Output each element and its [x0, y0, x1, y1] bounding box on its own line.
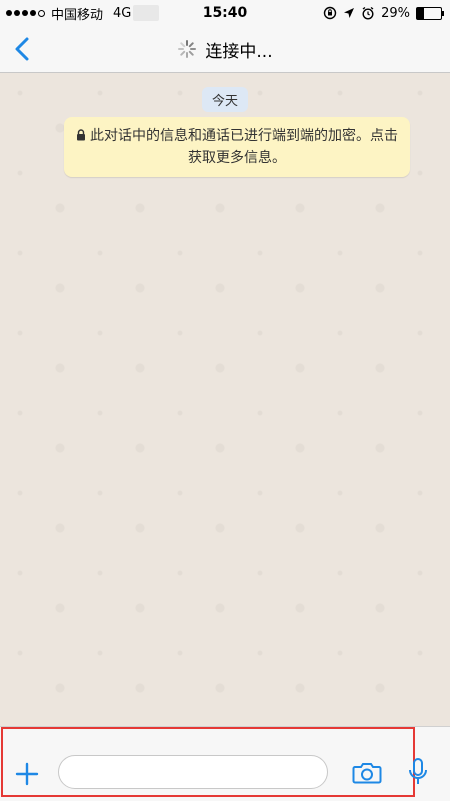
- lock-icon: [77, 129, 85, 141]
- status-bar: 中国移动 4G 15:40 29%: [0, 0, 450, 26]
- input-bar: [0, 726, 450, 801]
- nav-title-group: 连接中...: [177, 37, 273, 62]
- microphone-icon: [409, 758, 427, 784]
- nav-bar: 连接中...: [0, 26, 450, 73]
- camera-icon: [352, 763, 382, 784]
- message-input[interactable]: [58, 755, 328, 789]
- plus-icon: [15, 762, 39, 786]
- battery-icon: [416, 6, 444, 20]
- camera-button[interactable]: [352, 761, 382, 785]
- encryption-notice-text: 此对话中的信息和通话已进行端到端的加密。点击获取更多信息。: [90, 128, 398, 166]
- encryption-notice[interactable]: 此对话中的信息和通话已进行端到端的加密。点击获取更多信息。: [64, 117, 410, 177]
- attach-button[interactable]: [14, 761, 40, 787]
- chevron-left-icon: [15, 37, 29, 61]
- loading-spinner-icon: [178, 40, 197, 58]
- status-right-group: 29%: [323, 5, 444, 21]
- nav-title: 连接中...: [205, 41, 273, 62]
- back-button[interactable]: [8, 34, 38, 64]
- voice-button[interactable]: [406, 757, 430, 787]
- date-label: 今天: [201, 87, 249, 112]
- chat-area[interactable]: 今天 此对话中的信息和通话已进行端到端的加密。点击获取更多信息。: [0, 73, 450, 726]
- battery-percent: 29%: [381, 5, 410, 21]
- battery-level: [417, 7, 424, 19]
- rotation-lock-icon: [323, 6, 337, 20]
- alarm-icon: [362, 6, 374, 20]
- location-arrow-icon: [344, 8, 355, 18]
